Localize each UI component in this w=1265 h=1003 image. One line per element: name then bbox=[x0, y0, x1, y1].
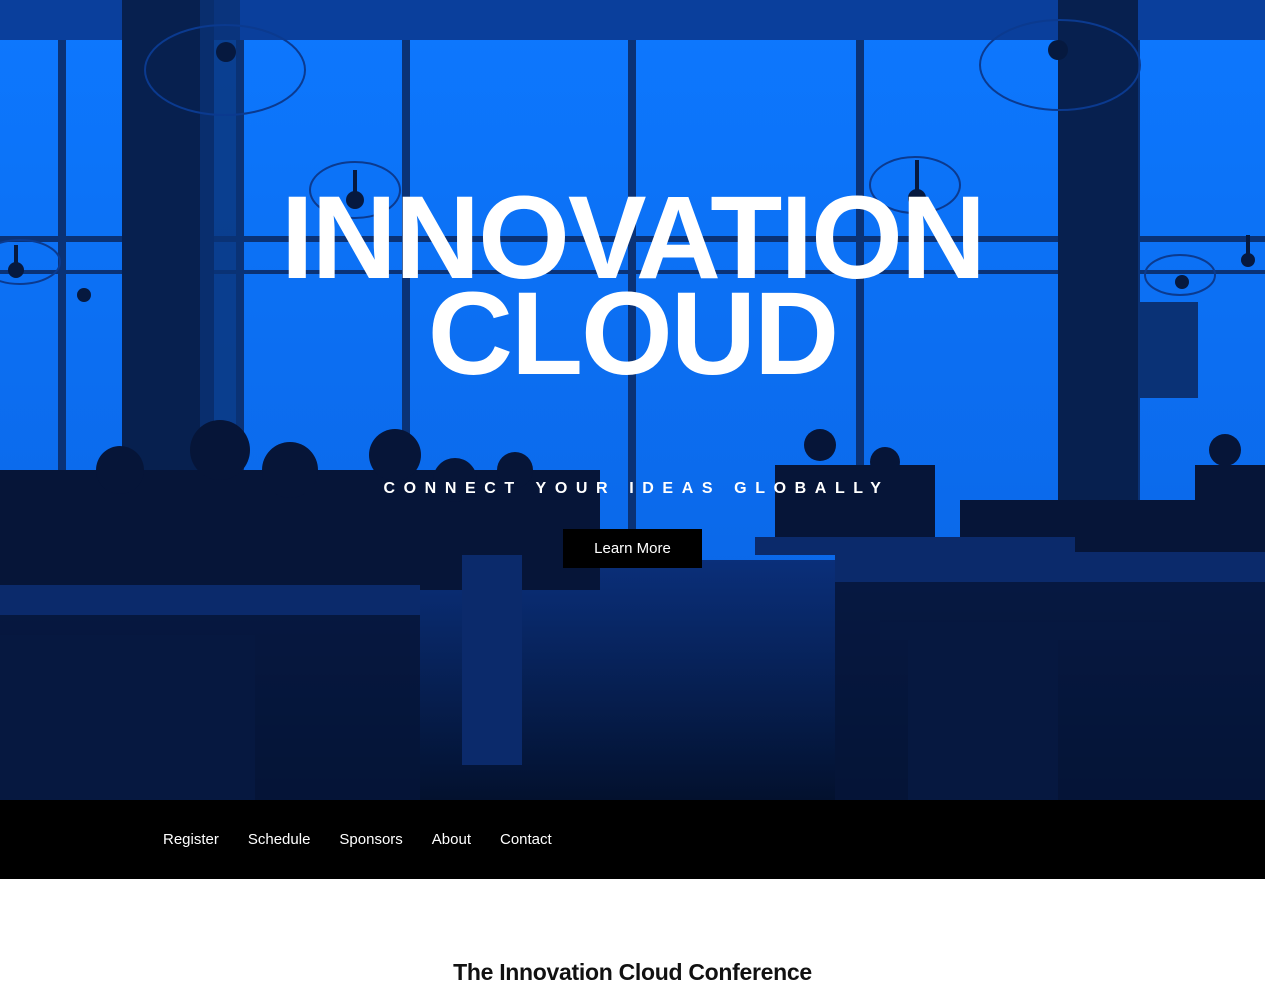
hero-content: INNOVATION CLOUD CONNECT YOUR IDEAS GLOB… bbox=[0, 0, 1265, 800]
nav-list: Register Schedule Sponsors About Contact bbox=[163, 800, 581, 879]
learn-more-button[interactable]: Learn More bbox=[563, 529, 702, 568]
hero-title-line-2: CLOUD bbox=[427, 268, 840, 400]
intro-section: The Innovation Cloud Conference bbox=[0, 879, 1265, 1003]
hero-subtitle: CONNECT YOUR IDEAS GLOBALLY bbox=[383, 480, 890, 497]
nav-item-contact[interactable]: Contact bbox=[500, 831, 552, 848]
intro-heading: The Innovation Cloud Conference bbox=[453, 959, 812, 985]
main-navigation: Register Schedule Sponsors About Contact bbox=[0, 800, 1265, 879]
hero-title: INNOVATION CLOUD bbox=[0, 179, 1265, 400]
hero-section: INNOVATION CLOUD CONNECT YOUR IDEAS GLOB… bbox=[0, 0, 1265, 800]
nav-item-register[interactable]: Register bbox=[163, 831, 219, 848]
nav-item-about[interactable]: About bbox=[432, 831, 471, 848]
nav-item-schedule[interactable]: Schedule bbox=[248, 831, 311, 848]
nav-item-sponsors[interactable]: Sponsors bbox=[339, 831, 402, 848]
